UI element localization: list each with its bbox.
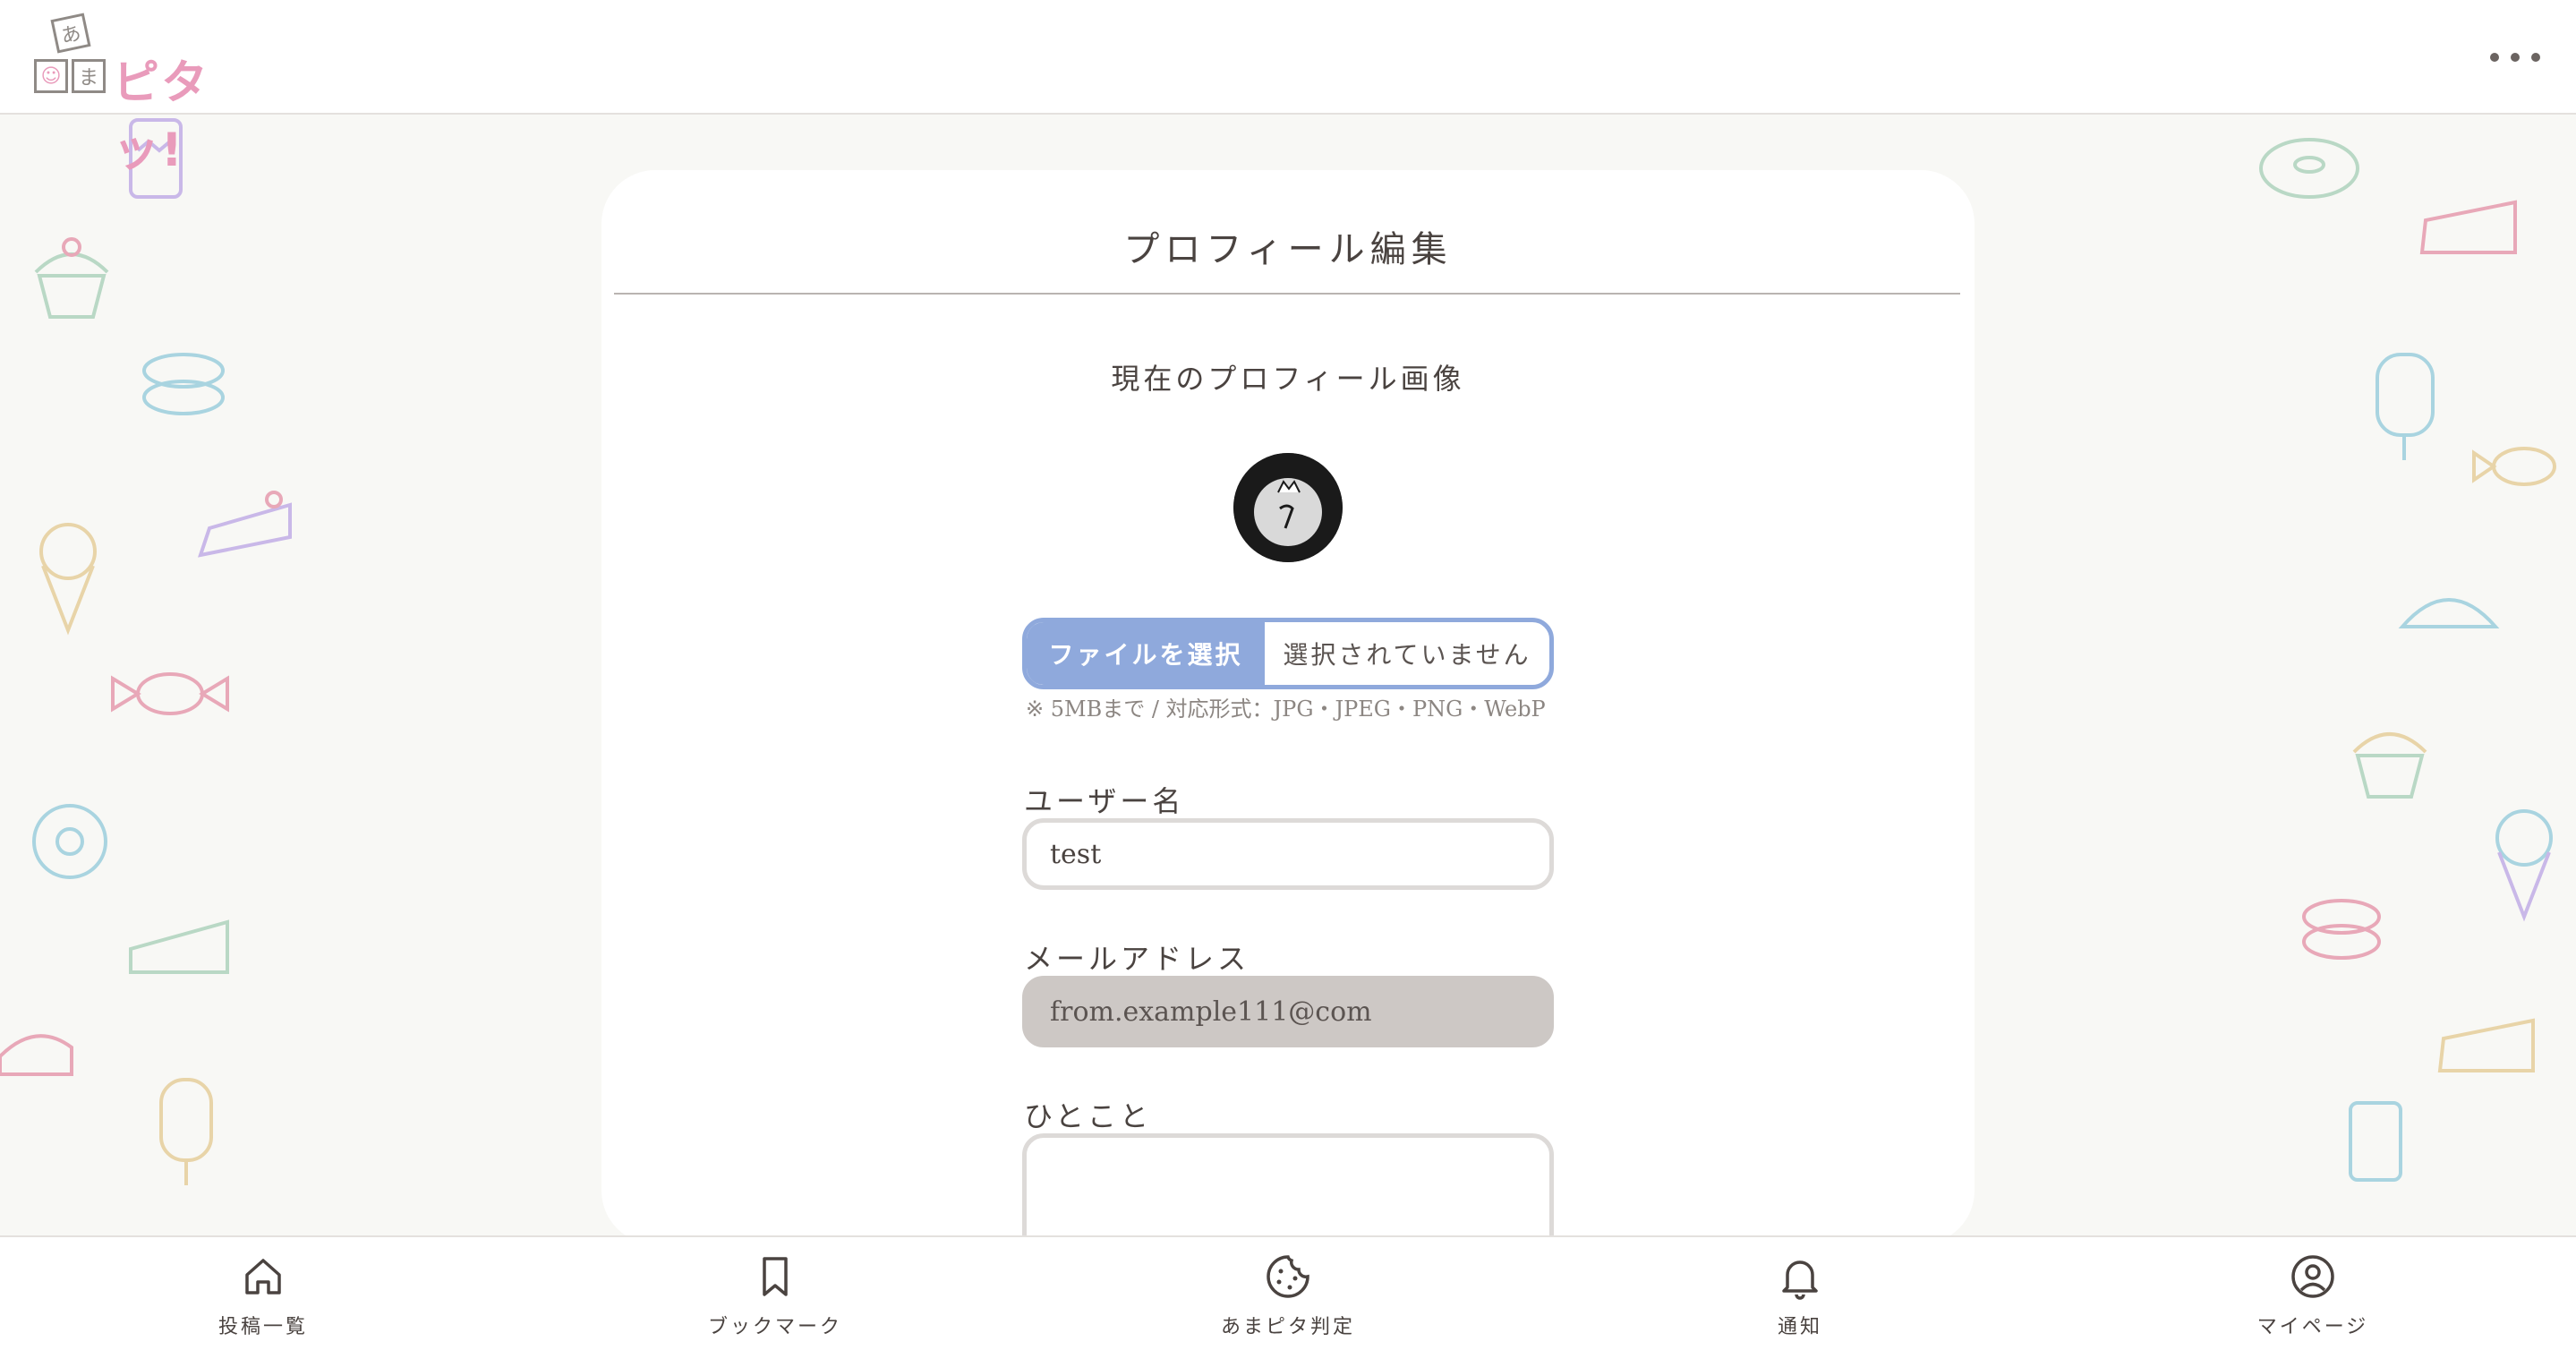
cake-slice-icon <box>129 919 229 974</box>
more-horizontal-icon-dot <box>2531 53 2540 62</box>
nav-item-notifications[interactable]: 通知 <box>1675 1253 1925 1343</box>
title-divider <box>614 293 1960 295</box>
cake-slice-icon <box>2437 1018 2535 1072</box>
cake-slice-icon <box>198 491 292 558</box>
file-upload-control[interactable]: ファイルを選択 選択されていません <box>1022 618 1554 689</box>
candy-icon <box>111 672 229 715</box>
more-menu-button[interactable] <box>2490 39 2540 75</box>
nav-item-bookmarks[interactable]: ブックマーク <box>650 1253 900 1343</box>
logo-tile-smile: ☺ <box>34 59 68 93</box>
popsicle-icon <box>159 1078 213 1185</box>
nav-label-posts: 投稿一覧 <box>218 1316 308 1338</box>
app-header: あ ☺ ま ピタッ! <box>0 0 2576 177</box>
logo-tile-ma: ま <box>72 59 106 93</box>
bell-icon <box>1782 1260 1818 1300</box>
nav-label-judgement: あまピタ判定 <box>1220 1316 1355 1338</box>
nav-item-posts[interactable]: 投稿一覧 <box>138 1253 388 1343</box>
bookmark-icon <box>763 1257 788 1296</box>
ice-cream-icon <box>2495 809 2553 922</box>
avatar <box>1233 453 1343 562</box>
choose-file-button[interactable]: ファイルを選択 <box>1027 622 1265 685</box>
profile-edit-card: プロフィール編集 現在のプロフィール画像 ファイルを選択 選択されていません ※… <box>601 170 1975 1277</box>
nav-item-judgement[interactable]: あまピタ判定 <box>1163 1253 1413 1343</box>
username-field[interactable]: test <box>1022 818 1554 890</box>
file-format-note: ※ 5MBまで / 対応形式：JPG・JPEG・PNG・WebP <box>1026 696 1546 722</box>
candy-icon <box>2472 447 2556 486</box>
popsicle-icon <box>2376 353 2435 460</box>
app-logo[interactable]: あ ☺ ま ピタッ! <box>32 13 265 177</box>
ice-cream-icon <box>39 523 97 636</box>
macaron-icon <box>2302 899 2381 960</box>
email-label: メールアドレス <box>1024 942 1250 976</box>
current-image-label: 現在のプロフィール画像 <box>1111 362 1465 396</box>
home-icon <box>245 1259 281 1294</box>
logo-text: ピタッ! <box>113 56 210 177</box>
cookie-icon <box>1267 1255 1309 1298</box>
nav-item-mypage[interactable]: マイページ <box>2188 1253 2438 1343</box>
donut-flower-icon <box>32 804 107 879</box>
bio-label: ひとこと <box>1024 1099 1153 1133</box>
more-horizontal-icon <box>2490 53 2499 62</box>
cupcake-icon <box>2352 732 2427 799</box>
macaron-icon <box>142 353 225 415</box>
logo-tile-a: あ <box>50 13 91 54</box>
nav-label-mypage: マイページ <box>2256 1316 2369 1338</box>
username-label: ユーザー名 <box>1024 784 1185 818</box>
donut-icon <box>2259 138 2359 199</box>
file-status-text: 選択されていません <box>1283 640 1531 670</box>
more-horizontal-icon-dot <box>2511 53 2520 62</box>
cake-slice-icon <box>2419 200 2517 254</box>
nav-label-bookmarks: ブックマーク <box>707 1316 842 1338</box>
cupcake-icon <box>34 237 109 319</box>
nav-label-notifications: 通知 <box>1777 1316 1822 1338</box>
page-title: プロフィール編集 <box>1123 229 1453 270</box>
chocolate-bar-icon <box>2349 1101 2402 1182</box>
pie-icon <box>0 1034 73 1076</box>
pie-icon <box>2398 598 2500 628</box>
user-circle-icon <box>2291 1255 2334 1298</box>
email-field: from.example111@com <box>1022 976 1554 1047</box>
bottom-nav: 投稿一覧 ブックマーク あまピタ判定 通知 マイページ <box>0 1235 2576 1350</box>
